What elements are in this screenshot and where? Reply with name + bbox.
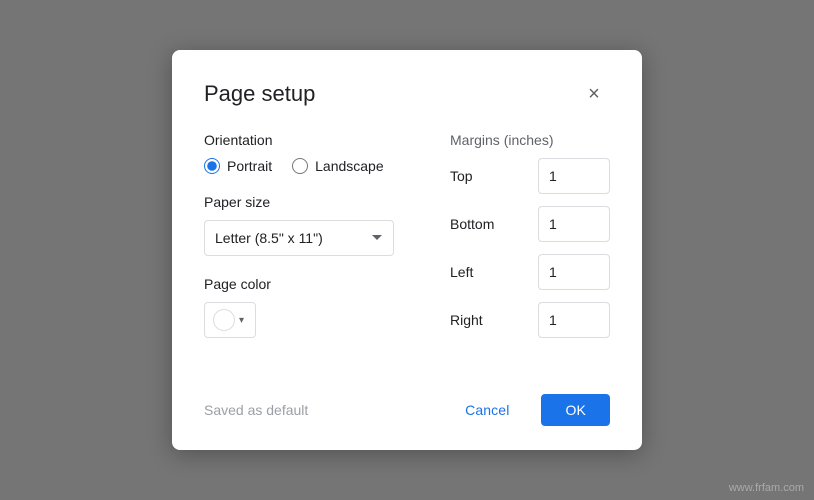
orientation-label: Orientation (204, 132, 426, 148)
portrait-radio[interactable] (204, 158, 220, 174)
left-label: Left (450, 264, 500, 280)
portrait-radio-label[interactable]: Portrait (204, 158, 272, 174)
portrait-label: Portrait (227, 158, 272, 174)
ok-button[interactable]: OK (541, 394, 610, 426)
page-color-label: Page color (204, 276, 426, 292)
margins-unit: (inches) (504, 132, 554, 148)
dialog-header: Page setup × (204, 78, 610, 110)
landscape-radio-label[interactable]: Landscape (292, 158, 384, 174)
top-label: Top (450, 168, 500, 184)
page-color-section: Page color ▾ (204, 276, 426, 338)
dialog-title: Page setup (204, 81, 315, 107)
top-margin-row: Top (450, 158, 610, 194)
left-section: Orientation Portrait Landscape Paper siz… (204, 132, 426, 350)
page-color-button[interactable]: ▾ (204, 302, 256, 338)
color-circle (213, 309, 235, 331)
bottom-label: Bottom (450, 216, 500, 232)
saved-as-default-text: Saved as default (204, 402, 308, 418)
right-label: Right (450, 312, 500, 328)
color-dropdown-arrow-icon: ▾ (239, 315, 244, 326)
bottom-input[interactable] (538, 206, 610, 242)
right-margin-row: Right (450, 302, 610, 338)
margins-title: Margins (450, 132, 500, 148)
watermark: www.frfam.com (729, 482, 804, 494)
margins-label: Margins (inches) (450, 132, 610, 148)
dialog-footer: Saved as default Cancel OK (204, 378, 610, 426)
landscape-radio[interactable] (292, 158, 308, 174)
cancel-button[interactable]: Cancel (445, 394, 529, 426)
page-setup-dialog: Page setup × Orientation Portrait Landsc… (172, 50, 642, 450)
dialog-body: Orientation Portrait Landscape Paper siz… (204, 132, 610, 350)
left-margin-row: Left (450, 254, 610, 290)
dialog-overlay: Page setup × Orientation Portrait Landsc… (0, 0, 814, 500)
right-input[interactable] (538, 302, 610, 338)
top-input[interactable] (538, 158, 610, 194)
left-input[interactable] (538, 254, 610, 290)
paper-size-label: Paper size (204, 194, 426, 210)
paper-size-select[interactable]: Letter (8.5" x 11") A4 Legal (204, 220, 394, 256)
paper-size-section: Paper size Letter (8.5" x 11") A4 Legal (204, 194, 426, 256)
close-button[interactable]: × (578, 78, 610, 110)
landscape-label: Landscape (315, 158, 384, 174)
orientation-group: Portrait Landscape (204, 158, 426, 174)
right-section: Margins (inches) Top Bottom Left Right (450, 132, 610, 350)
bottom-margin-row: Bottom (450, 206, 610, 242)
